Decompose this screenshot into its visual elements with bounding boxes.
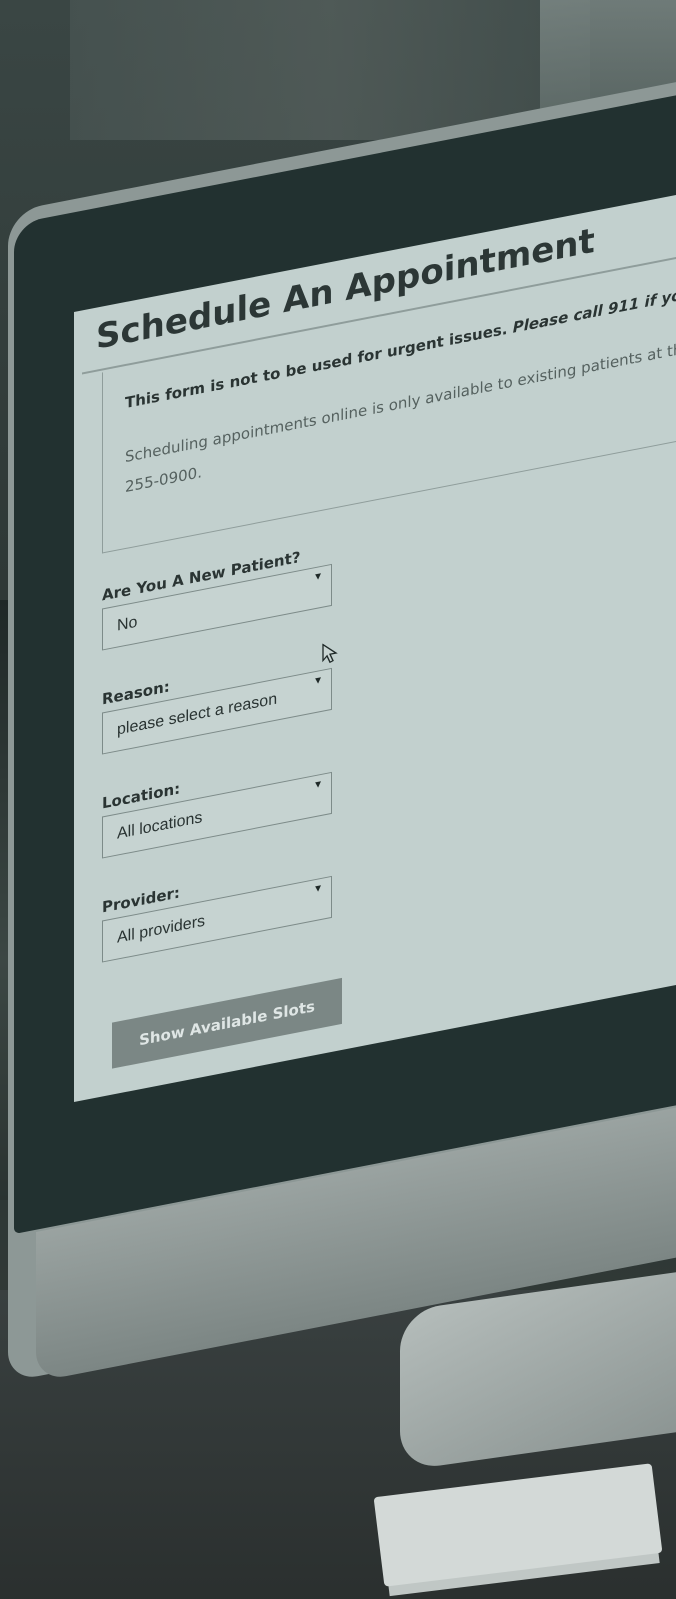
new-patient-field: Are You A New Patient? No ▼ <box>102 540 342 651</box>
urgent-notice-emphasis: Please call 911 if you are <box>512 277 676 337</box>
location-field: Location: All locations ▼ <box>102 748 342 859</box>
chevron-down-icon: ▼ <box>313 570 323 584</box>
show-available-slots-button[interactable]: Show Available Slots <box>112 977 342 1069</box>
new-patient-value: No <box>117 613 138 635</box>
monitor: Schedule An Appointment This form is not… <box>0 0 676 1599</box>
provider-field: Provider: All providers ▼ <box>102 852 342 963</box>
sticky-notes <box>373 1463 663 1587</box>
photo-scene: Schedule An Appointment This form is not… <box>0 0 676 1599</box>
chevron-down-icon: ▼ <box>313 778 323 792</box>
location-value: All locations <box>117 809 203 843</box>
reason-field: Reason: please select a reason ▼ <box>102 644 342 755</box>
appointment-form: Schedule An Appointment This form is not… <box>74 184 676 1102</box>
chevron-down-icon: ▼ <box>313 882 323 896</box>
provider-value: All providers <box>117 912 206 947</box>
chevron-down-icon: ▼ <box>313 674 323 688</box>
monitor-screen: Schedule An Appointment This form is not… <box>74 183 676 1103</box>
